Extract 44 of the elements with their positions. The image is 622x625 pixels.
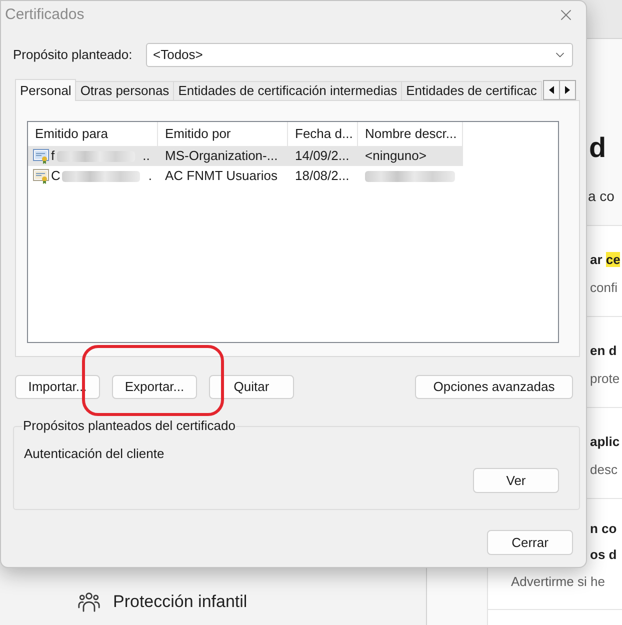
setting-description: desc (590, 461, 618, 479)
issued-to-text: .. (142, 148, 150, 164)
setting-title: en d (590, 342, 617, 360)
tab-scroll-right-button[interactable] (558, 80, 576, 100)
tab[interactable]: Personal (15, 79, 76, 101)
issued-to-text: . (148, 168, 152, 184)
setting-title: n co (590, 520, 617, 538)
certificate-icon (33, 168, 49, 184)
setting-title: aplic (590, 433, 620, 451)
setting-title: ar ce (590, 251, 620, 269)
purpose-label: Propósito planteado: (13, 47, 132, 63)
caret-right-icon (564, 86, 570, 94)
close-dialog-button[interactable]: Cerrar (487, 530, 573, 555)
view-button[interactable]: Ver (473, 468, 559, 493)
certificate-row[interactable]: f .. MS-Organization-... 14/09/2... <ninguno> (28, 146, 463, 166)
issuer-name: MS-Organization-... (165, 148, 278, 164)
tab[interactable]: Otras personas (75, 81, 174, 101)
tab[interactable]: Entidades de certificación intermedias (173, 81, 402, 101)
page-heading: d (589, 131, 606, 165)
tab-scroll-left-button[interactable] (542, 80, 560, 100)
expiry-date: 18/08/2... (295, 168, 350, 184)
advanced-options-button[interactable]: Opciones avanzadas (415, 375, 573, 399)
remove-button[interactable]: Quitar (209, 375, 294, 399)
expiry-date: 14/09/2... (295, 148, 350, 164)
sidebar-item[interactable]: Protección infantil (78, 588, 248, 616)
friendly-name: <ninguno> (365, 148, 426, 164)
window-title: Certificados (5, 6, 84, 24)
setting-description: confi (590, 279, 618, 297)
export-button[interactable]: Exportar... (112, 375, 197, 399)
certificate-row[interactable]: C . AC FNMT Usuarios 18/08/2... (28, 166, 463, 186)
group-title: Propósitos planteados del certificado (22, 418, 236, 434)
setting-description: prote (590, 370, 620, 388)
issued-to-text: f (51, 148, 55, 164)
purpose-dropdown[interactable]: <Todos> (146, 43, 573, 67)
setting-title: os d (590, 546, 617, 564)
caret-left-icon (548, 86, 554, 94)
tab[interactable]: Entidades de certificac (401, 81, 542, 101)
purpose-text: Autenticación del cliente (24, 446, 164, 462)
issuer-name: AC FNMT Usuarios (165, 168, 278, 184)
issued-to-text: C (51, 168, 60, 184)
people-icon (78, 591, 100, 613)
page-subtitle: a co (588, 187, 614, 206)
setting-description: Advertirme si he (511, 573, 605, 591)
certificate-icon (33, 148, 49, 164)
